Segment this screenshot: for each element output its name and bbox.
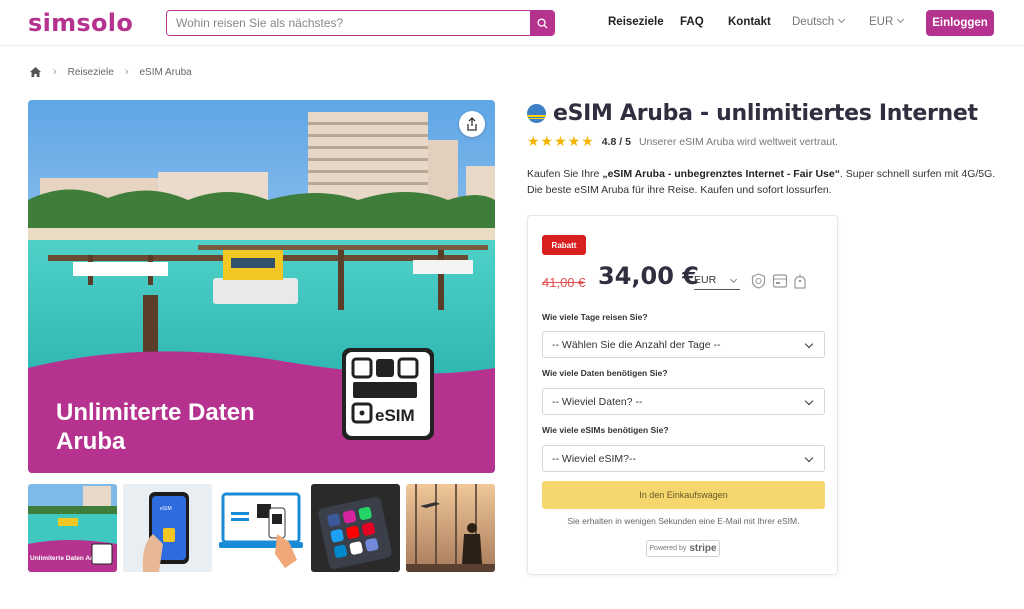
- rating-row: ★★★★★ 4.8 / 5 Unserer eSIM Aruba wird we…: [527, 133, 838, 150]
- product-title: eSIM Aruba - unlimitiertes Internet: [553, 101, 978, 126]
- share-button[interactable]: [459, 111, 485, 137]
- shield-icon: [751, 273, 766, 289]
- product-description: Kaufen Sie Ihre „eSIM Aruba - unbegrenzt…: [527, 166, 997, 198]
- thumbnail-1[interactable]: Unlimiterte Daten Aruba: [28, 484, 117, 572]
- language-selector[interactable]: Deutsch: [792, 15, 846, 28]
- aruba-flag-icon: [527, 104, 546, 123]
- breadcrumb: › Reiseziele › eSIM Aruba: [29, 66, 192, 78]
- description-product-name: „eSIM Aruba - unbegrenztes Internet - Fa…: [602, 168, 840, 180]
- chevron-down-icon: [804, 396, 814, 406]
- esims-question: Wie viele eSIMs benötigen Sie?: [542, 425, 669, 435]
- home-icon[interactable]: [29, 66, 42, 78]
- share-icon: [467, 117, 477, 131]
- hero-overlay-line2: Aruba: [56, 428, 126, 455]
- email-note: Sie erhalten in wenigen Sekunden eine E-…: [567, 516, 800, 526]
- thumbnail-beach-image: Unlimiterte Daten Aruba: [28, 484, 117, 572]
- product-main-image[interactable]: Unlimiterte Daten Aruba eSIM: [28, 100, 495, 473]
- days-question: Wie viele Tage reisen Sie?: [542, 312, 648, 322]
- esims-select-value: -- Wieviel eSIM?--: [552, 452, 637, 465]
- login-button[interactable]: Einloggen: [926, 10, 994, 36]
- chevron-down-icon: [838, 15, 846, 24]
- search-button[interactable]: [530, 11, 554, 35]
- search-bar: [166, 10, 555, 36]
- breadcrumb-separator: ›: [53, 66, 57, 78]
- language-label: Deutsch: [792, 16, 835, 28]
- price: 34,00 €: [598, 262, 699, 290]
- thumbnail-airport-image: [406, 484, 495, 572]
- old-price: 41,00 €: [542, 275, 586, 290]
- thumbnail-qr-laptop-image: [217, 484, 306, 572]
- stripe-logo: stripe: [689, 543, 717, 554]
- tag-icon: [794, 274, 806, 289]
- currency-value: EUR: [694, 274, 717, 286]
- thumbnail-esim-text: eSIM: [160, 506, 172, 512]
- breadcrumb-separator: ›: [124, 66, 129, 78]
- hero-overlay-line1: Unlimiterte Daten: [56, 399, 255, 426]
- thumbnail-5[interactable]: [406, 484, 495, 572]
- esims-select[interactable]: -- Wieviel eSIM?--: [542, 445, 825, 472]
- currency-label: EUR: [869, 16, 894, 28]
- stripe-prefix: Powered by: [649, 545, 687, 552]
- add-to-cart-button[interactable]: In den Einkaufswagen: [542, 481, 825, 509]
- header: simsolo Reiseziele FAQ Kontakt Deutsch E…: [0, 0, 1024, 46]
- esim-chip-icon: eSIM: [342, 348, 434, 440]
- thumbnail-social-apps-image: [311, 484, 400, 572]
- description-prefix: Kaufen Sie Ihre: [527, 168, 603, 180]
- aruba-beach-photo: Unlimiterte Daten Aruba eSIM: [28, 100, 495, 473]
- stripe-badge: Powered by stripe: [646, 540, 720, 557]
- chevron-down-icon: [897, 15, 905, 24]
- thumbnail-3[interactable]: [217, 484, 306, 572]
- search-input[interactable]: [167, 11, 530, 35]
- breadcrumb-reiseziele[interactable]: Reiseziele: [68, 67, 114, 78]
- trust-text: Unserer eSIM Aruba wird weltweit vertrau…: [638, 135, 838, 148]
- star-rating-icon: ★★★★★: [527, 133, 595, 149]
- esim-label: eSIM: [375, 406, 415, 425]
- product-title-row: eSIM Aruba - unlimitiertes Internet: [527, 101, 978, 126]
- discount-badge: Rabatt: [542, 235, 586, 255]
- chevron-down-icon: [804, 453, 814, 463]
- card-icon: [772, 274, 788, 288]
- currency-dropdown[interactable]: EUR: [694, 274, 740, 290]
- days-select-value: -- Wählen Sie die Anzahl der Tage --: [552, 338, 721, 351]
- logo[interactable]: simsolo: [28, 9, 133, 37]
- days-select[interactable]: -- Wählen Sie die Anzahl der Tage --: [542, 331, 825, 358]
- data-select-value: -- Wieviel Daten? --: [552, 395, 643, 408]
- purchase-card: Rabatt 41,00 € 34,00 € EUR Wie viele Tag…: [527, 215, 838, 575]
- rating-value: 4.8 / 5: [601, 135, 631, 148]
- thumbnail-phone-image: eSIM: [123, 484, 212, 572]
- chevron-down-icon: [729, 275, 738, 284]
- thumbnail-2[interactable]: eSIM: [123, 484, 212, 572]
- nav-faq[interactable]: FAQ: [680, 16, 704, 28]
- nav-kontakt[interactable]: Kontakt: [728, 16, 771, 28]
- nav-reiseziele[interactable]: Reiseziele: [608, 16, 664, 28]
- data-select[interactable]: -- Wieviel Daten? --: [542, 388, 825, 415]
- chevron-down-icon: [804, 339, 814, 349]
- data-question: Wie viele Daten benötigen Sie?: [542, 368, 668, 378]
- payment-icons: [751, 273, 806, 289]
- thumbnail-4[interactable]: [311, 484, 400, 572]
- currency-selector[interactable]: EUR: [869, 15, 905, 28]
- search-icon: [536, 17, 548, 29]
- breadcrumb-current: eSIM Aruba: [139, 66, 192, 78]
